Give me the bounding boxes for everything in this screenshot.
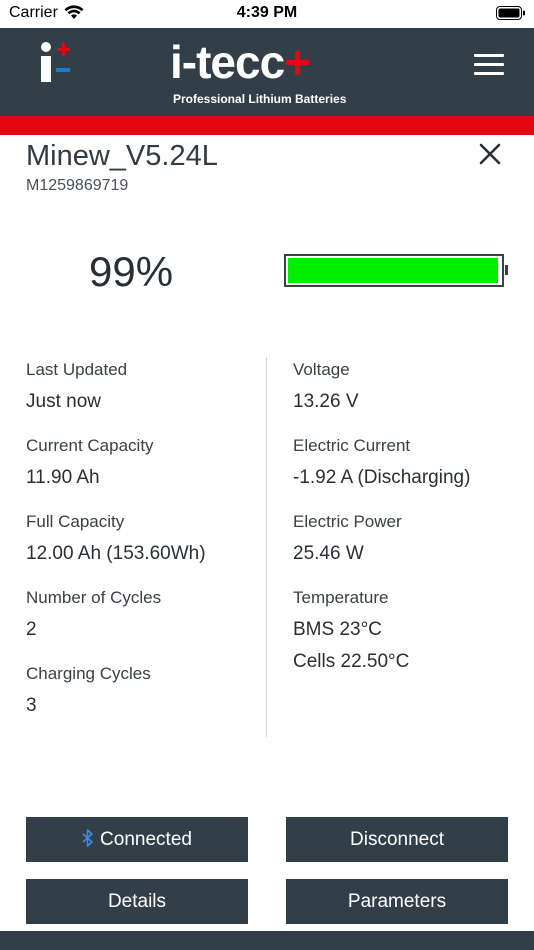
connected-button[interactable]: Connected — [26, 817, 248, 862]
app-logo-icon[interactable] — [38, 40, 74, 84]
logo-plus: + — [284, 36, 311, 88]
disconnect-button[interactable]: Disconnect — [286, 817, 508, 862]
bluetooth-icon — [82, 829, 93, 847]
stat-value: Just now — [26, 391, 101, 412]
device-name: Minew_V5.24L — [26, 140, 218, 172]
stat-label: Current Capacity — [26, 436, 154, 455]
battery-gauge-tip — [505, 265, 508, 275]
stat-value: 3 — [26, 695, 37, 716]
parameters-button-label: Parameters — [347, 891, 447, 912]
battery-status-icon — [496, 6, 525, 20]
stat-temperature: Temperature BMS 23°C Cells 22.50°C — [293, 587, 409, 674]
stats-divider — [266, 357, 267, 737]
header-accent-stripe — [0, 116, 534, 135]
stat-label: Number of Cycles — [26, 588, 162, 607]
bottom-bar — [0, 931, 534, 950]
stat-voltage: Voltage 13.26 V — [293, 359, 359, 414]
stat-charging-cycles: Charging Cycles 3 — [26, 663, 151, 718]
disconnect-button-label: Disconnect — [350, 829, 444, 850]
details-button-label: Details — [107, 891, 167, 912]
connected-button-label: Connected — [100, 829, 192, 850]
stat-value: 2 — [26, 619, 37, 640]
stat-number-of-cycles: Number of Cycles 2 — [26, 587, 161, 642]
stat-value: 11.90 Ah — [26, 467, 100, 488]
status-time: 4:39 PM — [236, 4, 298, 21]
stat-value: -1.92 A (Discharging) — [293, 467, 471, 488]
stat-label: Temperature — [293, 588, 389, 607]
stat-label: Electric Power — [293, 512, 402, 531]
stat-full-capacity: Full Capacity 12.00 Ah (153.60Wh) — [26, 511, 206, 566]
brand-logo: i-tecc+ Professional Lithium Batteries — [170, 36, 370, 108]
battery-level-fill — [288, 258, 498, 283]
logo-tagline: Professional Lithium Batteries — [173, 92, 347, 106]
details-button[interactable]: Details — [26, 879, 248, 924]
stat-label: Voltage — [293, 360, 350, 379]
logo-text: i-tecc+ — [170, 36, 311, 88]
stat-value: 13.26 V — [293, 391, 359, 412]
stat-value-cells: Cells 22.50°C — [293, 651, 410, 672]
hamburger-menu-icon[interactable] — [474, 54, 504, 78]
stat-label: Charging Cycles — [26, 664, 151, 683]
app-header: i-tecc+ Professional Lithium Batteries — [0, 28, 534, 116]
stat-label: Full Capacity — [26, 512, 125, 531]
stat-last-updated: Last Updated Just now — [26, 359, 127, 414]
battery-level-gauge — [284, 254, 504, 287]
stat-value: 25.46 W — [293, 543, 364, 564]
stat-value-bms: BMS 23°C — [293, 619, 382, 640]
status-bar: Carrier 4:39 PM — [0, 0, 534, 28]
device-id: M1259869719 — [26, 177, 129, 194]
parameters-button[interactable]: Parameters — [286, 879, 508, 924]
stat-label: Last Updated — [26, 360, 128, 379]
close-icon[interactable] — [478, 142, 502, 166]
stat-electric-power: Electric Power 25.46 W — [293, 511, 402, 566]
stat-label: Electric Current — [293, 436, 411, 455]
stat-value: 12.00 Ah (153.60Wh) — [26, 543, 206, 564]
stat-electric-current: Electric Current -1.92 A (Discharging) — [293, 435, 470, 490]
battery-percent: 99% — [89, 248, 174, 295]
stat-current-capacity: Current Capacity 11.90 Ah — [26, 435, 154, 490]
